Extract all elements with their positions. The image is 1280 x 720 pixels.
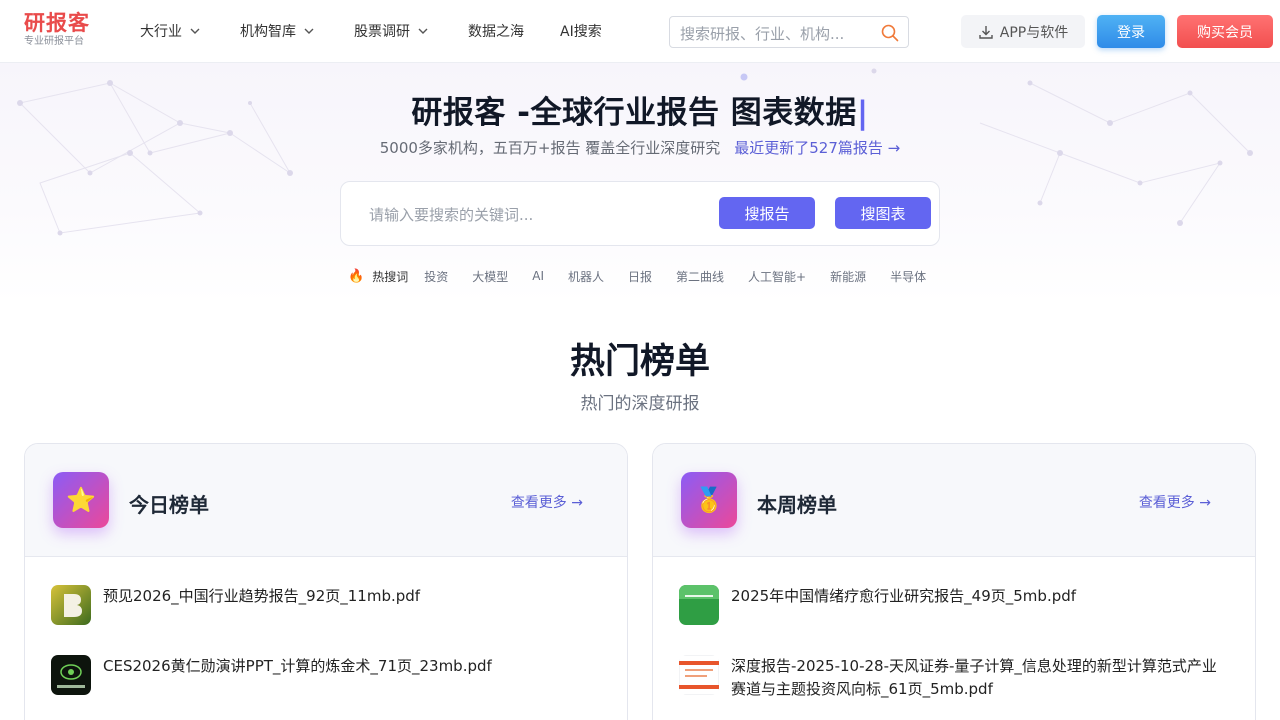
download-icon — [979, 25, 993, 39]
hot-search-words: 🔥 热搜词 投资 大模型 AI 机器人 日报 第二曲线 人工智能+ 新能源 半导… — [348, 266, 950, 286]
typing-cursor: | — [856, 95, 869, 131]
view-more-link[interactable]: 查看更多 → — [511, 492, 583, 512]
main-search-placeholder: 请输入要搜索的关键词... — [369, 206, 534, 224]
hero-subtitle: 5000多家机构，五百万+报告 覆盖全行业深度研究 最近更新了527篇报告 → — [0, 137, 1280, 158]
nav-ai-search[interactable]: AI搜索 — [560, 21, 602, 41]
hot-word[interactable]: 机器人 — [568, 268, 604, 285]
medal-icon: 🥇 — [681, 472, 737, 528]
card-header: ⭐ 今日榜单 查看更多 → — [25, 444, 627, 557]
app-download-button[interactable]: APP与软件 — [961, 15, 1085, 48]
card-header: 🥇 本周榜单 查看更多 → — [653, 444, 1255, 557]
nav-stock-research-label: 股票调研 — [354, 24, 410, 40]
site-logo[interactable]: 研报客 专业研报平台 — [24, 10, 90, 48]
hot-word[interactable]: 大模型 — [472, 268, 508, 285]
logo-subtitle: 专业研报平台 — [24, 36, 84, 47]
logo-title: 研报客 — [24, 11, 90, 35]
fire-icon: 🔥 — [348, 268, 365, 284]
star-icon: ⭐ — [53, 472, 109, 528]
report-thumbnail — [51, 655, 91, 695]
hot-word[interactable]: 日报 — [628, 268, 652, 285]
hot-word[interactable]: 半导体 — [890, 268, 926, 285]
hot-word[interactable]: 第二曲线 — [676, 268, 724, 285]
view-more-link[interactable]: 查看更多 → — [1139, 492, 1211, 512]
nav-stock-research[interactable]: 股票调研 — [354, 21, 430, 41]
nav-data-sea[interactable]: 数据之海 — [468, 21, 524, 41]
header-search-placeholder: 搜索研报、行业、机构... — [680, 25, 845, 43]
hero-title: 研报客 -全球行业报告 图表数据| — [0, 87, 1280, 132]
card-title: 本周榜单 — [757, 493, 837, 517]
hero-section: 研报客 -全球行业报告 图表数据| 5000多家机构，五百万+报告 覆盖全行业深… — [0, 63, 1280, 303]
report-title: 深度报告-2025-10-28-天风证券-量子计算_信息处理的新型计算范式产业赛… — [731, 657, 1217, 698]
app-download-label: APP与软件 — [999, 24, 1069, 41]
section-subtitle: 热门的深度研报 — [580, 394, 700, 414]
nav-institutions[interactable]: 机构智库 — [240, 21, 316, 41]
section-title: 热门榜单 — [569, 342, 710, 382]
hero-title-text: 研报客 -全球行业报告 图表数据 — [411, 95, 857, 131]
search-report-button[interactable]: 搜报告 — [719, 197, 815, 229]
nav-institutions-label: 机构智库 — [240, 24, 296, 40]
hot-word[interactable]: AI — [532, 269, 544, 283]
search-chart-button[interactable]: 搜图表 — [835, 197, 931, 229]
chevron-down-icon — [418, 28, 428, 34]
buy-membership-button[interactable]: 购买会员 — [1177, 15, 1273, 48]
hot-word[interactable]: 人工智能+ — [748, 268, 806, 285]
hot-search-label: 热搜词 — [372, 269, 409, 284]
search-icon[interactable] — [881, 24, 899, 42]
report-thumbnail — [679, 655, 719, 695]
today-ranking-card: ⭐ 今日榜单 查看更多 → 预见2026_中国行业趋势报告_92页_11mb.p… — [24, 443, 628, 720]
top-header: 研报客 专业研报平台 大行业 机构智库 股票调研 数据之海 AI搜索 搜索研报、… — [0, 0, 1280, 63]
nav-data-sea-label: 数据之海 — [468, 24, 524, 40]
report-thumbnail — [51, 585, 91, 625]
recent-updates-link[interactable]: 最近更新了527篇报告 → — [734, 139, 900, 157]
weekly-ranking-card: 🥇 本周榜单 查看更多 → 2025年中国情绪疗愈行业研究报告_49页_5mb.… — [652, 443, 1256, 720]
chevron-down-icon — [190, 28, 200, 34]
chevron-down-icon — [304, 28, 314, 34]
main-search-box[interactable]: 请输入要搜索的关键词... 搜报告 搜图表 — [340, 181, 940, 246]
card-title: 今日榜单 — [129, 493, 209, 517]
hero-subtitle-text: 5000多家机构，五百万+报告 覆盖全行业深度研究 — [379, 139, 721, 157]
report-thumbnail — [679, 585, 719, 625]
report-title: 2025年中国情绪疗愈行业研究报告_49页_5mb.pdf — [731, 587, 1077, 605]
report-title: CES2026黄仁勋演讲PPT_计算的炼金术_71页_23mb.pdf — [103, 657, 492, 675]
login-button[interactable]: 登录 — [1097, 15, 1165, 48]
nav-industry[interactable]: 大行业 — [140, 21, 202, 41]
report-title: 预见2026_中国行业趋势报告_92页_11mb.pdf — [103, 587, 421, 605]
hot-word[interactable]: 投资 — [424, 268, 448, 285]
nav-industry-label: 大行业 — [140, 24, 182, 40]
header-search-input[interactable]: 搜索研报、行业、机构... — [669, 16, 909, 48]
nav-ai-search-label: AI搜索 — [560, 24, 602, 40]
hot-word[interactable]: 新能源 — [830, 268, 866, 285]
